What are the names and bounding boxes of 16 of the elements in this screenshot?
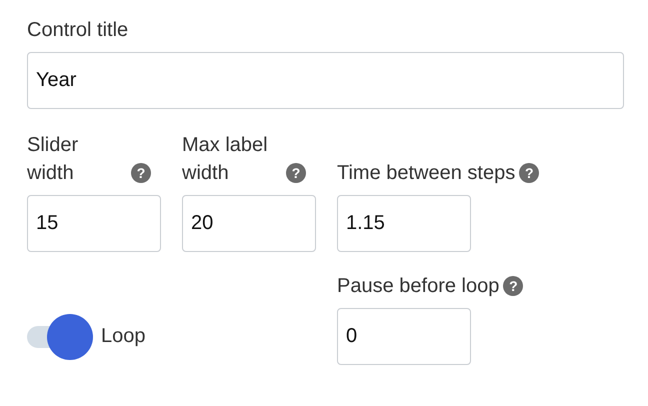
number-field[interactable]: 20 (182, 195, 316, 252)
help-icon[interactable]: ? (519, 163, 540, 183)
number-field[interactable]: 0 (337, 308, 471, 365)
toggle-switch[interactable] (27, 314, 93, 360)
field-label: Time between steps (337, 161, 516, 186)
field-label: Pause before loop (337, 275, 500, 297)
number-field[interactable]: 15 (27, 195, 161, 252)
field-label: Slider width (27, 133, 80, 186)
help-icon[interactable]: ? (286, 163, 306, 183)
help-icon[interactable]: ? (503, 276, 524, 296)
field-label: Max label width (182, 133, 269, 186)
field-label: Control title (27, 18, 130, 43)
number-field[interactable]: 1.15 (337, 195, 471, 252)
help-icon[interactable]: ? (131, 163, 151, 183)
title-field[interactable]: Year (27, 52, 624, 109)
toggle-label: Loop (101, 325, 146, 348)
